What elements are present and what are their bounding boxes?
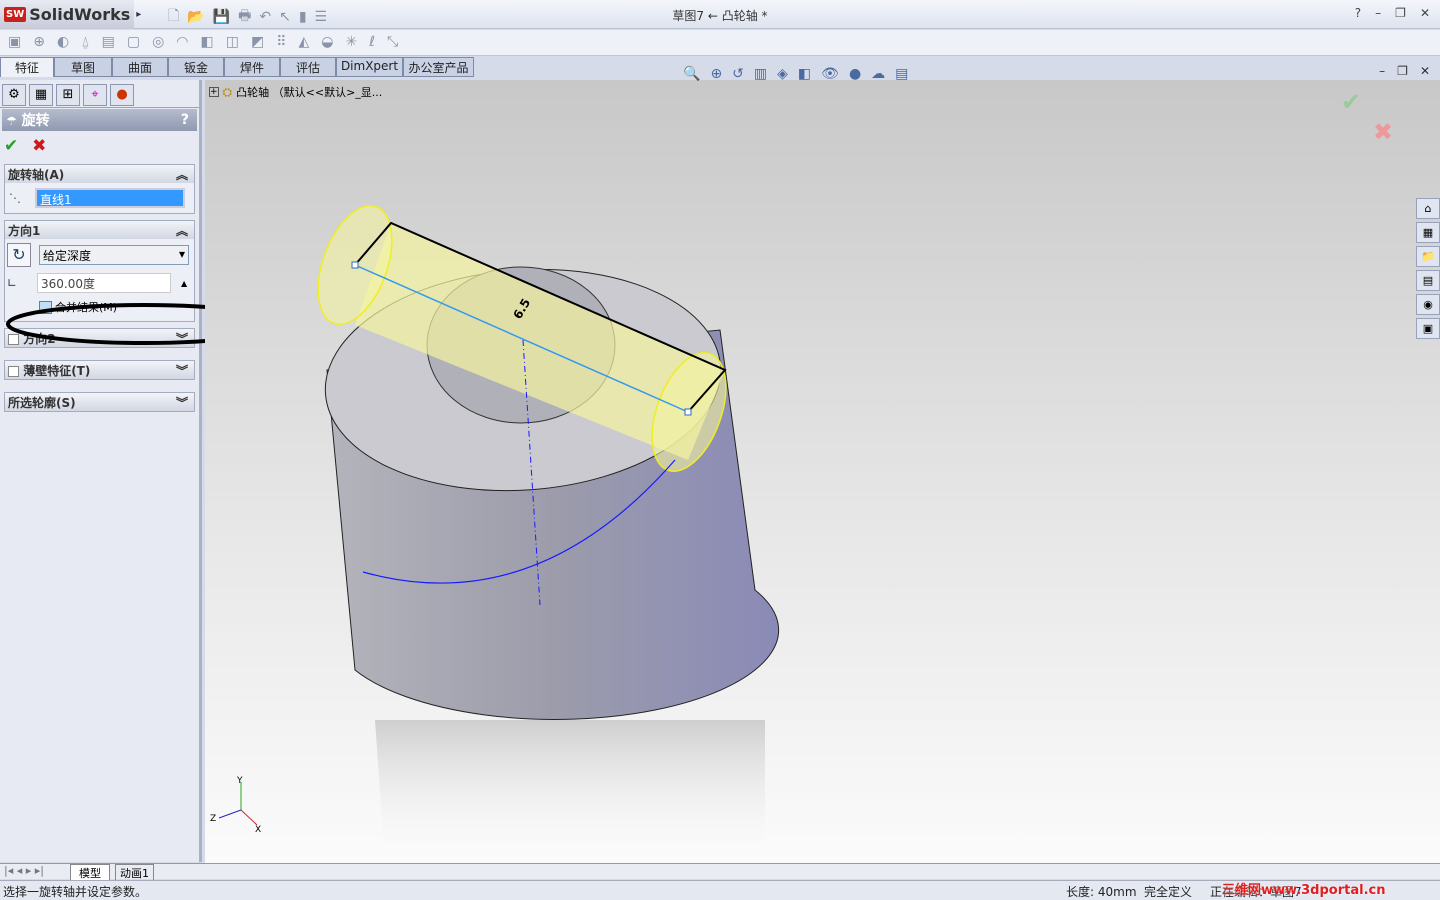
tab-evaluate[interactable]: 评估: [280, 57, 336, 77]
appearance-tab-icon[interactable]: ●: [110, 84, 134, 106]
thin-feature-section: 薄壁特征(T) ︾: [4, 360, 195, 380]
custom-properties-icon[interactable]: ▣: [1416, 318, 1440, 339]
chamfer-icon[interactable]: ◧: [201, 34, 214, 50]
viewport-restore[interactable]: ❐: [1397, 64, 1408, 78]
pattern-icon[interactable]: ⠿: [276, 34, 286, 50]
loft-icon[interactable]: ⍙: [81, 34, 89, 50]
dome-icon[interactable]: ◒: [321, 34, 333, 50]
selected-contours-section: 所选轮廓(S) ︾: [4, 392, 195, 412]
tab-scroll-buttons[interactable]: |◂ ◂ ▸ ▸|: [4, 864, 44, 877]
configuration-tab-icon[interactable]: ⊞: [56, 84, 80, 106]
axis-section: 旋转轴(A) ︽ ⋱ 直线1: [4, 164, 195, 214]
collapse-icon[interactable]: ︽: [176, 222, 188, 239]
curve-icon[interactable]: ℓ: [369, 34, 375, 50]
expand-icon[interactable]: ︾: [176, 394, 188, 411]
thin-feature-checkbox[interactable]: [8, 365, 19, 377]
property-manager-tab-icon[interactable]: ▦: [29, 84, 53, 106]
revolve-icon[interactable]: ⊕: [33, 34, 45, 50]
tab-sheet-metal[interactable]: 钣金: [168, 57, 224, 77]
status-bar: 选择一旋转轴并设定参数。 长度: 40mm 完全定义 正在编辑：草图7 三维网w…: [0, 880, 1440, 900]
rib-icon[interactable]: ◫: [226, 34, 239, 50]
fillet-icon[interactable]: ◠: [176, 34, 188, 50]
title-bar: SW SolidWorks ▸ 🗋 📂 💾 🖶 ↶ ↖ ▮ ☰ 草图7 ← 凸轮轴 * ? – ❐ ✕: [0, 0, 1440, 29]
restore-button[interactable]: ❐: [1395, 6, 1406, 20]
help-button[interactable]: ?: [1355, 6, 1361, 20]
cancel-button[interactable]: ✖: [32, 136, 46, 156]
watermark: 三维网www.3dportal.cn: [1222, 883, 1386, 898]
instant3d-icon[interactable]: ⤡: [387, 34, 398, 50]
tab-weldments[interactable]: 焊件: [224, 57, 280, 77]
axis-input[interactable]: 直线1: [35, 188, 185, 208]
tab-features[interactable]: 特征: [0, 57, 54, 77]
shell-icon[interactable]: ▢: [127, 34, 140, 50]
svg-text:X: X: [255, 825, 261, 835]
mirror-icon[interactable]: ◭: [298, 34, 309, 50]
angle-input[interactable]: 360.00度: [37, 273, 171, 293]
viewport-minimize[interactable]: –: [1379, 64, 1385, 78]
extrude-icon[interactable]: ▣: [8, 34, 21, 50]
svg-text:Z: Z: [210, 814, 216, 824]
design-library-icon[interactable]: ▦: [1416, 222, 1440, 243]
feature-tree-tab-icon[interactable]: ⚙: [2, 84, 26, 106]
bottom-tabs: |◂ ◂ ▸ ▸| 模型 动画1: [0, 863, 1440, 882]
reference-icon[interactable]: ✳: [345, 34, 357, 50]
svg-text:Y: Y: [236, 776, 243, 786]
reverse-direction-button[interactable]: ↻: [7, 243, 31, 267]
close-button[interactable]: ✕: [1420, 6, 1430, 20]
view-palette-icon[interactable]: ▤: [1416, 270, 1440, 291]
revolve-header: ☂ 旋转?: [2, 109, 197, 131]
task-pane-tabs: ⌂ ▦ 📁 ▤ ◉ ▣: [1416, 198, 1440, 339]
tab-surfaces[interactable]: 曲面: [112, 57, 168, 77]
property-manager: ⚙ ▦ ⊞ ⌖ ● ☂ 旋转? ✔ ✖ 旋转轴(A) ︽ ⋱ 直线1 方向1 ︽ ↻ 给…: [0, 80, 202, 862]
sweep-icon[interactable]: ◐: [57, 34, 69, 50]
model-view: 6.5 YZX: [210, 204, 780, 863]
help-button[interactable]: ?: [181, 112, 189, 128]
tab-office-products[interactable]: 办公室产品: [403, 57, 474, 77]
home-icon[interactable]: ⌂: [1416, 198, 1440, 219]
dimxpert-tab-icon[interactable]: ⌖: [83, 84, 107, 106]
dropdown-arrow-icon: ▾: [178, 247, 185, 261]
appearances-icon[interactable]: ◉: [1416, 294, 1440, 315]
viewport-close[interactable]: ✕: [1420, 64, 1430, 78]
angle-icon: ∟: [7, 276, 18, 290]
expand-icon[interactable]: ︾: [176, 362, 188, 379]
revolve-icon: ☂: [6, 114, 17, 128]
cut-icon[interactable]: ▤: [102, 34, 115, 50]
end-condition-select[interactable]: 给定深度 ▾: [39, 245, 189, 265]
angle-spinner[interactable]: ▲: [181, 279, 187, 288]
features-toolbar: ▣ ⊕ ◐ ⍙ ▤ ▢ ◎ ◠ ◧ ◫ ◩ ⠿ ◭ ◒ ✳ ℓ ⤡: [0, 30, 1440, 56]
ok-button[interactable]: ✔: [4, 136, 18, 156]
window-title: 草图7 ← 凸轮轴 *: [672, 9, 768, 23]
hole-icon[interactable]: ◎: [152, 34, 164, 50]
graphics-area[interactable]: + ⛭ 凸轮轴 （默认<<默认>_显... 🔍 ⊕ ↺ ▥ ◈ ◧ 👁 ● ☁ ▤ – ❐ ✕ ✔ ✖ 6…: [205, 64, 1440, 863]
command-manager-tabs: 特征 草图 曲面 钣金 焊件 评估 DimXpert 办公室产品: [0, 57, 474, 77]
axis-line-icon: ⋱: [9, 191, 21, 205]
file-explorer-icon[interactable]: 📁: [1416, 246, 1440, 267]
tab-sketch[interactable]: 草图: [54, 57, 112, 77]
collapse-icon[interactable]: ︽: [176, 166, 188, 183]
draft-icon[interactable]: ◩: [251, 34, 264, 50]
tab-dimxpert[interactable]: DimXpert: [336, 57, 403, 77]
triad-icon: Y Z X: [210, 776, 261, 835]
minimize-button[interactable]: –: [1375, 6, 1381, 20]
